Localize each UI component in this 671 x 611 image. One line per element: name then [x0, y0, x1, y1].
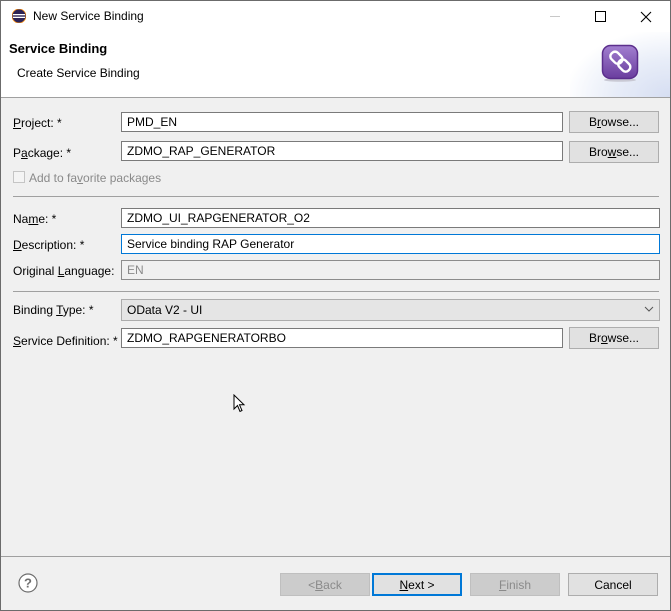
original-language-input: EN — [121, 260, 660, 280]
help-icon[interactable]: ? — [18, 573, 38, 593]
add-to-favorite-checkbox[interactable] — [13, 171, 25, 183]
wizard-page-description: Create Service Binding — [17, 66, 140, 80]
next-button[interactable]: Next > — [372, 573, 462, 596]
original-language-label: Original Language: — [13, 264, 115, 278]
binding-type-label: Binding Type: * — [13, 303, 94, 317]
back-button[interactable]: < Back — [280, 573, 370, 596]
chevron-down-icon — [644, 306, 654, 312]
cancel-button[interactable]: Cancel — [568, 573, 658, 596]
wizard-header: Service Binding Create Service Binding — [1, 32, 670, 98]
service-binding-link-icon — [601, 44, 639, 82]
project-label: Project: * — [13, 116, 62, 130]
add-to-favorite-label: Add to favorite packages — [29, 171, 162, 185]
eclipse-app-icon — [12, 9, 26, 23]
name-label: Name: * — [13, 212, 57, 226]
service-definition-browse-button[interactable]: Br o wse... — [569, 327, 659, 349]
package-input[interactable]: ZDMO_RAP_GENERATOR — [121, 141, 563, 161]
close-button[interactable] — [623, 1, 668, 32]
package-label: Package: * — [13, 146, 72, 160]
project-input[interactable]: PMD_EN — [121, 112, 563, 132]
separator — [13, 291, 659, 292]
binding-type-select[interactable]: OData V2 - UI — [121, 299, 660, 321]
minimize-button[interactable] — [533, 1, 578, 32]
svg-text:?: ? — [24, 576, 32, 591]
maximize-button[interactable] — [578, 1, 623, 32]
description-input[interactable]: Service binding RAP Generator — [121, 234, 660, 254]
finish-button[interactable]: Finish — [470, 573, 560, 596]
package-browse-button[interactable]: Bro w se... — [569, 141, 659, 163]
close-icon — [640, 11, 651, 22]
mouse-cursor-icon — [233, 394, 246, 413]
window-title: New Service Binding — [33, 9, 144, 23]
description-label: Description: * — [13, 238, 85, 252]
name-input[interactable]: ZDMO_UI_RAPGENERATOR_O2 — [121, 208, 660, 228]
maximize-icon — [594, 10, 606, 22]
service-definition-label: Service Definition: * — [13, 334, 118, 348]
wizard-page-title: Service Binding — [9, 41, 108, 56]
binding-type-value: OData V2 - UI — [127, 303, 203, 317]
minimize-icon — [549, 15, 560, 17]
project-browse-button[interactable]: Br owse... — [569, 111, 659, 133]
footer-separator — [1, 556, 670, 557]
separator — [13, 196, 659, 197]
new-service-binding-dialog: New Service Binding Service Binding Crea… — [0, 0, 671, 611]
title-bar[interactable]: New Service Binding — [1, 1, 670, 32]
service-definition-input[interactable]: ZDMO_RAPGENERATORBO — [121, 328, 563, 348]
